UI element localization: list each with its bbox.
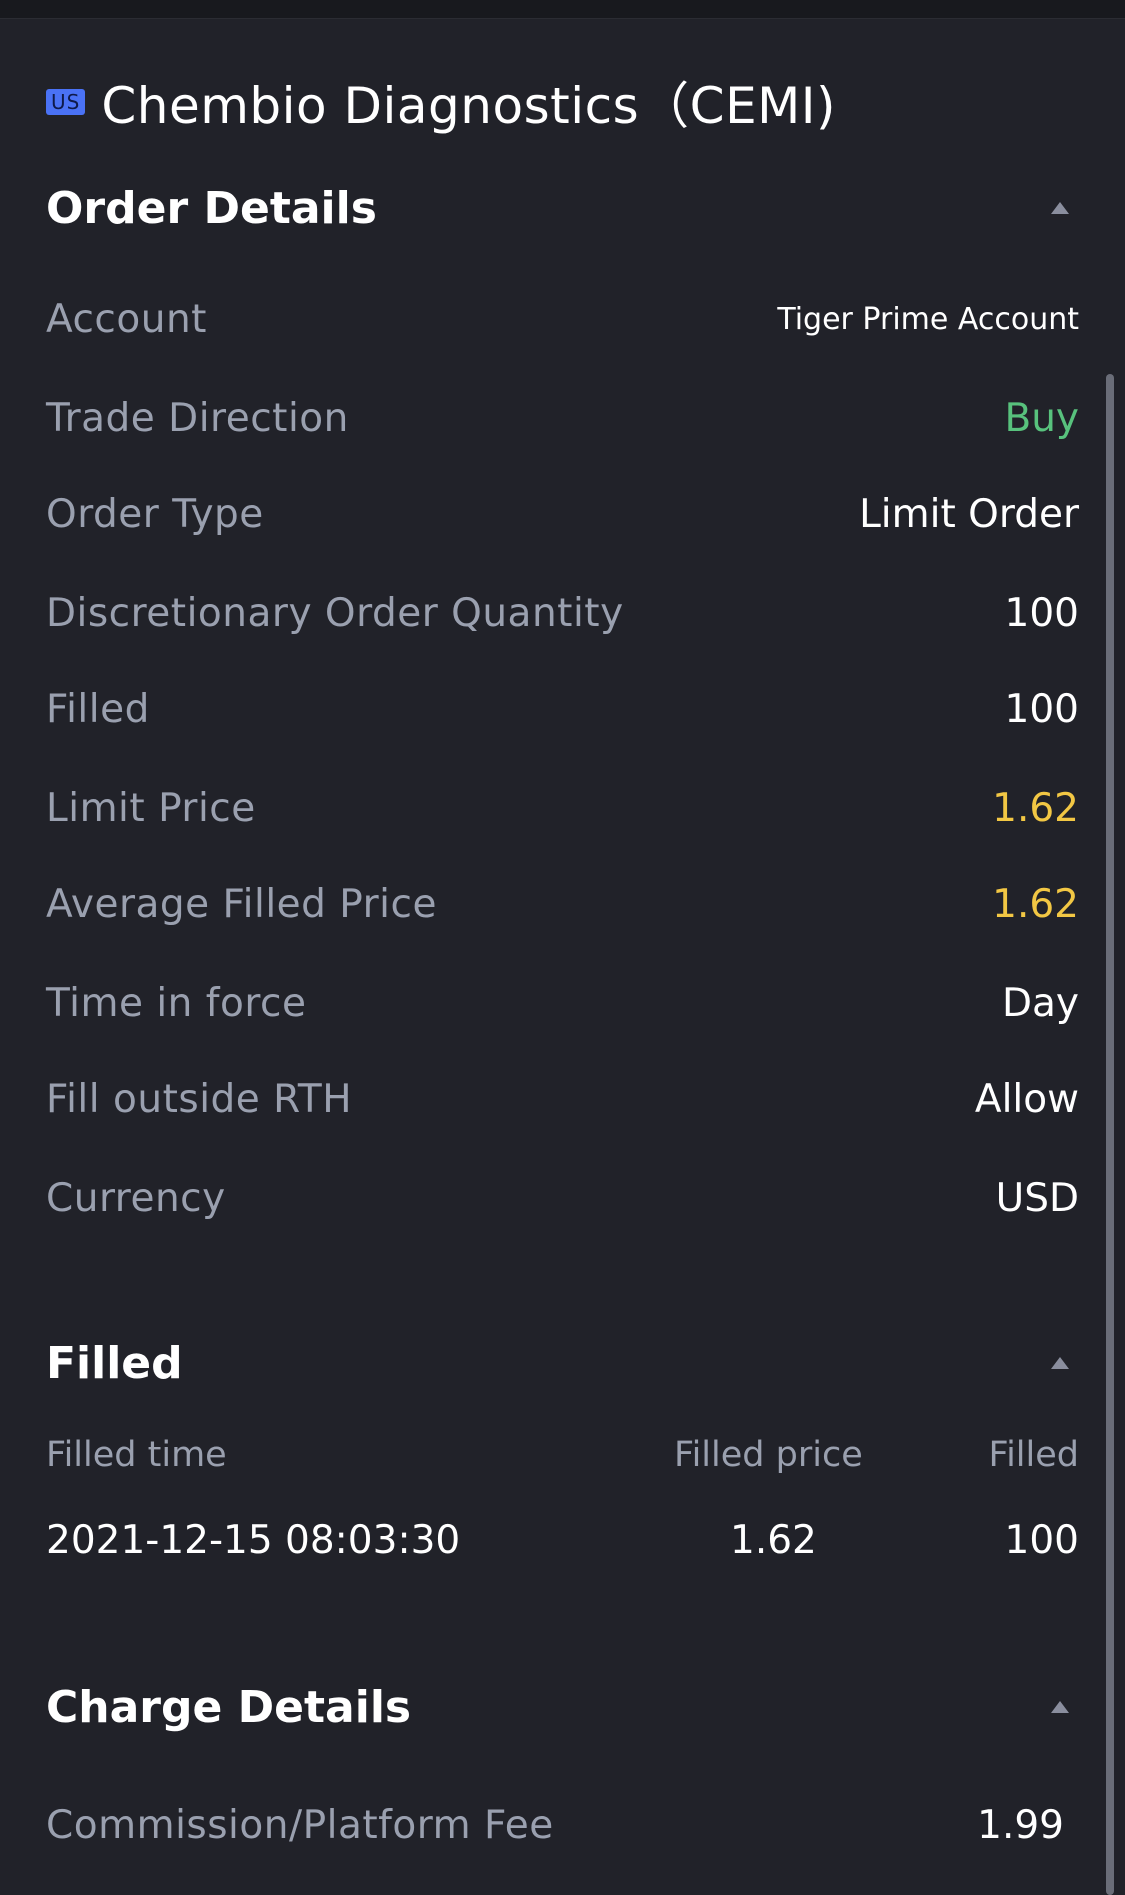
detail-label: Trade Direction [46, 395, 349, 441]
detail-row-order-type: Order Type Limit Order [46, 484, 1079, 544]
stock-header: US Chembio Diagnostics（CEMI) [46, 72, 836, 135]
detail-row-average-filled-price: Average Filled Price 1.62 [46, 874, 1079, 934]
detail-value: 100 [1004, 590, 1079, 636]
table-row: 2021-12-15 08:03:30 1.62 100 [46, 1510, 1079, 1570]
detail-row-filled: Filled 100 [46, 679, 1079, 739]
charge-value: 1.99 [977, 1802, 1064, 1848]
stock-title: Chembio Diagnostics（CEMI) [101, 77, 837, 135]
detail-label: Limit Price [46, 785, 256, 831]
detail-row-trade-direction: Trade Direction Buy [46, 388, 1079, 448]
detail-value: Day [1001, 980, 1079, 1026]
detail-label: Account [46, 296, 207, 342]
detail-value: Tiger Prime Account [777, 301, 1079, 337]
detail-row-order-quantity: Discretionary Order Quantity 100 [46, 583, 1079, 643]
detail-value: Allow [974, 1076, 1079, 1122]
filled-header[interactable]: Filled [46, 1333, 1079, 1393]
column-header-filled-time: Filled time [46, 1435, 227, 1475]
detail-row-limit-price: Limit Price 1.62 [46, 778, 1079, 838]
detail-row-currency: Currency USD [46, 1168, 1079, 1228]
detail-value: Limit Order [859, 491, 1079, 537]
charge-details-header[interactable]: Charge Details [46, 1677, 1079, 1737]
detail-label: Time in force [46, 980, 307, 1026]
charge-row-commission: Commission/Platform Fee 1.99 [46, 1795, 1064, 1855]
detail-row-account: Account Tiger Prime Account [46, 289, 1079, 349]
detail-label: Discretionary Order Quantity [46, 590, 624, 636]
charge-label: Commission/Platform Fee [46, 1802, 554, 1848]
order-details-title: Order Details [46, 182, 377, 234]
top-bar [0, 0, 1125, 19]
detail-label: Average Filled Price [46, 881, 437, 927]
detail-value: USD [995, 1175, 1079, 1221]
market-badge: US [46, 89, 86, 115]
filled-title: Filled [46, 1337, 183, 1389]
detail-value: Buy [1004, 395, 1079, 441]
detail-label: Fill outside RTH [46, 1076, 353, 1122]
collapse-arrow-icon[interactable] [1051, 1701, 1069, 1713]
detail-row-time-in-force: Time in force Day [46, 973, 1079, 1033]
collapse-arrow-icon[interactable] [1051, 202, 1069, 214]
scrollbar[interactable] [1106, 374, 1114, 1895]
detail-label: Currency [46, 1175, 226, 1221]
fills-table-header: Filled time Filled price Filled [46, 1425, 1079, 1485]
fill-quantity-cell: 100 [1004, 1518, 1079, 1563]
detail-label: Order Type [46, 491, 264, 537]
column-header-filled-price: Filled price [674, 1435, 863, 1475]
order-details-header[interactable]: Order Details [46, 178, 1079, 238]
fill-time-cell: 2021-12-15 08:03:30 [46, 1518, 461, 1563]
detail-value: 100 [1004, 686, 1079, 732]
detail-value: 1.62 [992, 785, 1079, 831]
collapse-arrow-icon[interactable] [1051, 1357, 1069, 1369]
fill-price-cell: 1.62 [730, 1518, 817, 1563]
detail-value: 1.62 [992, 881, 1079, 927]
charge-details-title: Charge Details [46, 1681, 412, 1733]
column-header-filled: Filled [988, 1435, 1079, 1475]
detail-label: Filled [46, 686, 150, 732]
detail-row-fill-outside-rth: Fill outside RTH Allow [46, 1069, 1079, 1129]
